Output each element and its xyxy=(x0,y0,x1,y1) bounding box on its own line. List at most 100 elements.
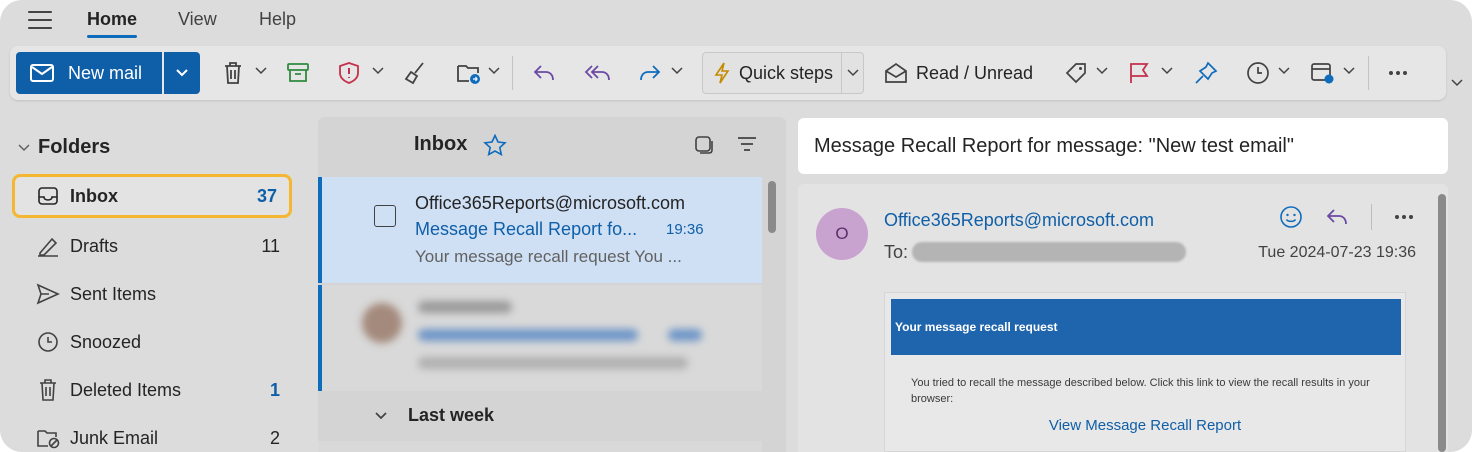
item-count: 2 xyxy=(269,427,280,448)
chevron-down-icon[interactable] xyxy=(671,67,683,75)
email-body-text: You tried to recall the message describe… xyxy=(911,377,1370,405)
list-item-blurred[interactable] xyxy=(318,285,762,391)
list-item[interactable]: Office365Reports@microsoft.com Message R… xyxy=(318,177,762,283)
drafts-icon xyxy=(38,237,58,257)
sidebar-item-junk-email[interactable]: Junk Email 2 xyxy=(12,416,292,452)
tab-view[interactable]: View xyxy=(178,9,217,30)
select-mode-icon[interactable] xyxy=(694,135,714,155)
tab-help[interactable]: Help xyxy=(259,9,296,30)
group-label: Last week xyxy=(408,405,495,425)
sent-icon xyxy=(36,283,60,305)
message-subject: Message Recall Report fo... xyxy=(415,219,638,239)
sweep-button[interactable] xyxy=(403,60,427,86)
emoji-icon[interactable] xyxy=(1279,205,1303,229)
chevron-down-icon[interactable] xyxy=(255,67,267,75)
favorite-star-icon[interactable] xyxy=(483,133,508,156)
folders-header[interactable]: Folders xyxy=(18,136,110,159)
forward-icon xyxy=(640,65,661,81)
snooze-button[interactable] xyxy=(1246,60,1270,86)
list-title: Inbox xyxy=(414,133,468,155)
new-mail-button[interactable]: New mail xyxy=(16,52,162,94)
tab-home[interactable]: Home xyxy=(87,9,138,38)
sidebar-item-deleted-items[interactable]: Deleted Items 1 xyxy=(12,368,292,412)
list-scrollbar[interactable] xyxy=(768,181,776,233)
more-options-button[interactable] xyxy=(1388,60,1408,86)
tag-icon xyxy=(1065,63,1086,84)
reply-icon xyxy=(533,65,554,81)
sidebar-item-sent-items[interactable]: Sent Items xyxy=(12,272,292,316)
sender-address[interactable]: Office365Reports@microsoft.com xyxy=(884,210,1154,231)
chevron-down-icon[interactable] xyxy=(488,67,500,75)
reply-button[interactable] xyxy=(532,60,556,86)
toolbar-divider xyxy=(1368,56,1369,90)
delete-button[interactable] xyxy=(222,60,244,86)
to-label: To: xyxy=(884,242,909,262)
trash-icon xyxy=(40,379,56,401)
unread-count: 1 xyxy=(269,379,280,400)
action-divider xyxy=(1371,204,1372,230)
pin-icon xyxy=(1195,61,1218,84)
sidebar-item-snoozed[interactable]: Snoozed xyxy=(12,320,292,364)
reply-all-icon xyxy=(584,65,610,81)
filter-icon[interactable] xyxy=(736,135,758,153)
read-unread-icon xyxy=(885,62,907,83)
reply-all-button[interactable] xyxy=(584,60,612,86)
quick-steps-button[interactable]: Quick steps xyxy=(702,52,864,94)
pin-button[interactable] xyxy=(1194,60,1218,86)
tag-button[interactable] xyxy=(1064,60,1088,86)
chevron-down-icon xyxy=(176,69,188,77)
snooze-icon xyxy=(1247,62,1269,84)
chevron-down-icon xyxy=(846,69,859,77)
chevron-down-icon[interactable] xyxy=(372,67,384,75)
reading-scrollbar[interactable] xyxy=(1438,194,1446,452)
sidebar-item-label: Inbox xyxy=(70,185,118,206)
toolbar-divider xyxy=(512,56,513,90)
message-time: 19:36 xyxy=(666,221,704,238)
more-icon[interactable] xyxy=(1394,214,1414,220)
list-tools xyxy=(694,135,758,155)
move-icon xyxy=(457,65,480,84)
chevron-down-icon[interactable] xyxy=(1450,78,1464,88)
chevron-down-icon[interactable] xyxy=(1278,67,1290,75)
chevron-down-icon[interactable] xyxy=(1161,67,1173,75)
rules-button[interactable] xyxy=(1310,60,1336,86)
recall-report-link[interactable]: View Message Recall Report xyxy=(885,417,1405,434)
forward-button[interactable] xyxy=(638,60,662,86)
message-preview: Your message recall request You ... xyxy=(415,247,682,266)
hamburger-menu-icon[interactable] xyxy=(28,11,52,31)
report-icon xyxy=(339,62,359,84)
message-date: Tue 2024-07-23 19:36 xyxy=(1258,244,1416,261)
sidebar-item-label: Drafts xyxy=(70,235,119,256)
chevron-down-icon xyxy=(18,143,30,151)
rules-icon xyxy=(1311,63,1334,84)
mail-icon xyxy=(30,64,54,82)
new-mail-dropdown[interactable] xyxy=(164,52,200,94)
sidebar-item-label: Junk Email xyxy=(70,427,159,448)
read-unread-button[interactable]: Read / Unread xyxy=(884,60,1033,86)
reading-pane: O Office365Reports@microsoft.com To: Tue… xyxy=(798,184,1448,452)
avatar[interactable]: O xyxy=(816,208,868,260)
chevron-down-icon[interactable] xyxy=(1096,67,1108,75)
new-mail-label: New mail xyxy=(68,62,143,83)
recipient-redacted xyxy=(912,242,1186,262)
report-button[interactable] xyxy=(338,60,360,86)
more-icon xyxy=(1389,71,1407,75)
sidebar-item-label: Snoozed xyxy=(70,331,142,352)
sidebar-item-drafts[interactable]: Drafts 11 xyxy=(12,224,292,268)
ribbon-toolbar: New mail Quick steps Read / Unread xyxy=(10,46,1446,100)
sidebar-item-label: Deleted Items xyxy=(70,379,182,400)
move-button[interactable] xyxy=(456,60,482,86)
sidebar-item-label: Sent Items xyxy=(70,283,157,304)
outlook-window: Home View Help New mail Quick steps Read… xyxy=(0,0,1472,452)
menu-bar: Home View Help xyxy=(0,0,1472,44)
message-checkbox[interactable] xyxy=(374,205,396,227)
chevron-down-icon[interactable] xyxy=(1343,67,1355,75)
sweep-icon xyxy=(404,62,424,85)
group-header[interactable]: Last week xyxy=(374,405,494,426)
quick-steps-dropdown[interactable] xyxy=(841,53,863,93)
flag-button[interactable] xyxy=(1128,60,1150,86)
reply-icon[interactable] xyxy=(1325,207,1349,227)
archive-icon xyxy=(287,63,309,82)
sidebar-item-inbox[interactable]: Inbox 37 xyxy=(12,174,292,218)
archive-button[interactable] xyxy=(286,60,310,86)
